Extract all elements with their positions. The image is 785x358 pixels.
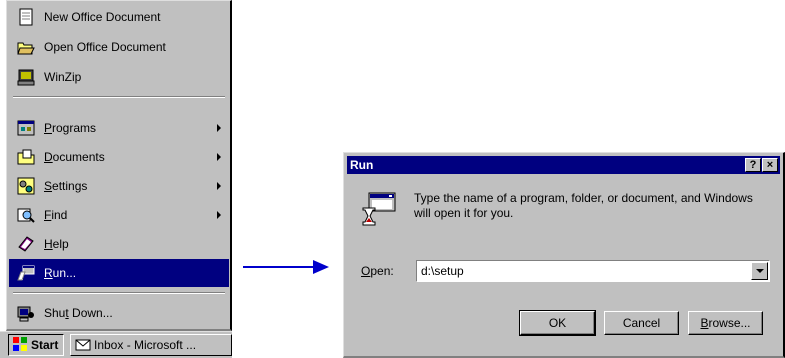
submenu-arrow-icon xyxy=(217,211,221,219)
menu-item-label: Documents xyxy=(44,150,105,164)
settings-icon xyxy=(17,177,35,195)
start-button-label: Start xyxy=(31,338,59,352)
taskbar-button-inbox[interactable]: Inbox - Microsoft ... xyxy=(70,334,232,356)
close-button[interactable]: × xyxy=(762,158,778,172)
open-input[interactable] xyxy=(419,263,753,279)
menu-item-label: Run... xyxy=(44,266,77,280)
menu-item-open-office-document[interactable]: Open Office Document xyxy=(9,33,229,61)
help-book-icon xyxy=(17,235,35,253)
menu-item-find[interactable]: Find xyxy=(9,201,229,229)
run-icon xyxy=(17,264,35,282)
run-dialog-title: Run xyxy=(350,158,374,172)
menu-item-settings[interactable]: Settings xyxy=(9,172,229,200)
programs-icon xyxy=(17,119,35,137)
arrow-head-icon xyxy=(313,260,329,274)
menu-item-label: WinZip xyxy=(44,70,82,84)
submenu-arrow-icon xyxy=(217,153,221,161)
find-icon xyxy=(17,206,35,224)
menu-item-label: New Office Document xyxy=(44,10,161,24)
windows-logo-icon xyxy=(12,336,28,355)
submenu-arrow-icon xyxy=(217,124,221,132)
open-folder-icon xyxy=(17,38,35,56)
open-label: Open: xyxy=(361,264,394,278)
menu-item-help[interactable]: Help xyxy=(9,230,229,258)
run-program-icon xyxy=(361,191,397,230)
menu-item-label: Open Office Document xyxy=(44,40,166,54)
cancel-button-label: Cancel xyxy=(622,316,661,330)
taskbar-button-label: Inbox - Microsoft ... xyxy=(94,338,197,352)
browse-button[interactable]: Browse... xyxy=(688,311,763,335)
menu-item-label: Shut Down... xyxy=(44,306,113,320)
menu-item-new-office-document[interactable]: New Office Document xyxy=(9,3,229,31)
menu-separator xyxy=(13,292,225,294)
menu-item-label: Settings xyxy=(44,179,88,193)
documents-icon xyxy=(17,148,35,166)
menu-item-programs[interactable]: Programs xyxy=(9,114,229,142)
arrow-line xyxy=(243,266,313,268)
new-office-document-icon xyxy=(17,8,35,26)
menu-item-shut-down[interactable]: Shut Down... xyxy=(9,299,229,327)
browse-button-label: Browse... xyxy=(700,316,751,330)
menu-item-label: Help xyxy=(44,237,69,251)
start-menu: New Office Document Open Office Document… xyxy=(6,0,232,331)
run-dialog-titlebar[interactable]: Run ? × xyxy=(347,156,780,174)
ok-button[interactable]: OK xyxy=(519,310,596,336)
winzip-icon xyxy=(17,68,35,86)
start-button[interactable]: Start xyxy=(8,334,64,356)
menu-separator xyxy=(13,96,225,98)
menu-item-label: Programs xyxy=(44,121,97,135)
ok-button-label: OK xyxy=(548,316,567,330)
menu-item-label: Find xyxy=(44,208,68,222)
menu-item-winzip[interactable]: WinZip xyxy=(9,63,229,91)
open-combobox[interactable] xyxy=(416,260,770,282)
inbox-icon xyxy=(75,337,91,354)
help-button[interactable]: ? xyxy=(745,158,761,172)
submenu-arrow-icon xyxy=(217,182,221,190)
menu-item-run[interactable]: Run... xyxy=(9,259,229,287)
chevron-down-icon xyxy=(756,269,764,273)
run-dialog-description: Type the name of a program, folder, or d… xyxy=(414,191,753,220)
open-dropdown-button[interactable] xyxy=(751,262,768,280)
cancel-button[interactable]: Cancel xyxy=(604,311,679,335)
run-dialog: Run ? × Type the name of a program, fold… xyxy=(343,152,785,358)
shutdown-icon xyxy=(17,304,35,322)
menu-item-documents[interactable]: Documents xyxy=(9,143,229,171)
